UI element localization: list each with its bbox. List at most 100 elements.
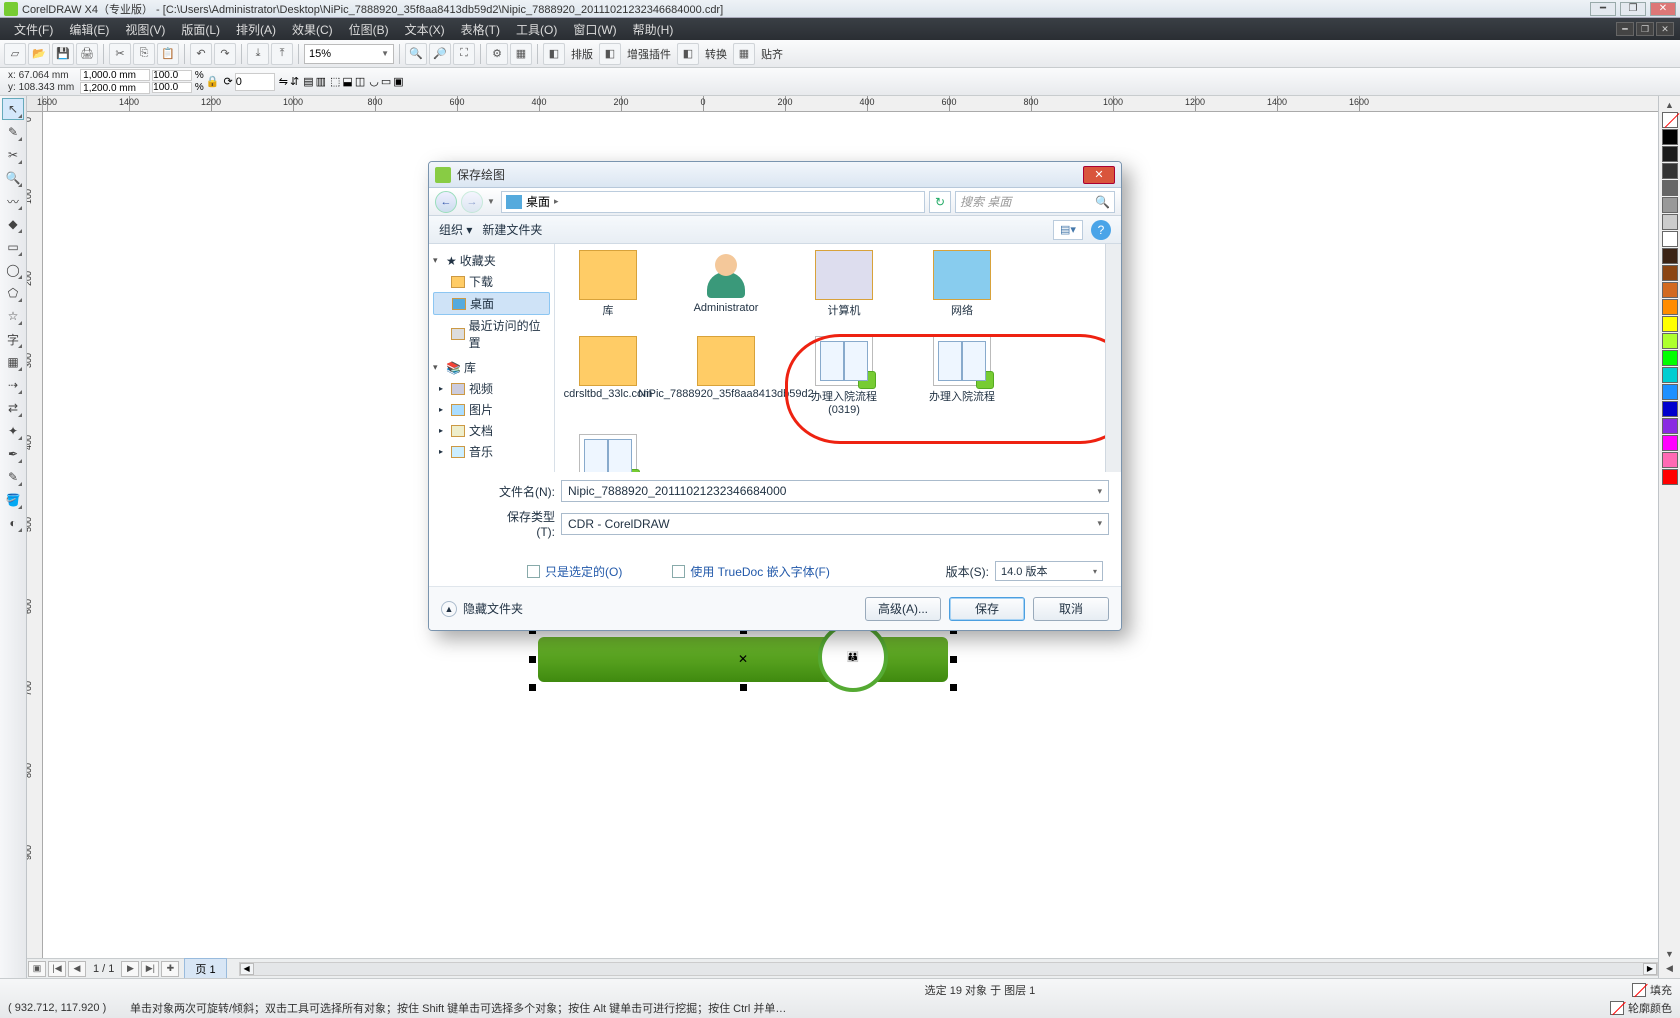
color-swatch[interactable] — [1662, 129, 1678, 145]
file-item[interactable]: 办理入院流程 — [917, 336, 1007, 416]
mirror-v-icon[interactable]: ⇵ — [290, 75, 299, 88]
file-item[interactable]: 网络 — [917, 250, 1007, 318]
paste-icon[interactable]: 📋 — [157, 43, 179, 65]
color-swatch[interactable] — [1662, 401, 1678, 417]
wrap-icon[interactable]: ▭ — [381, 75, 391, 88]
file-list-scrollbar[interactable] — [1105, 244, 1121, 472]
save-icon[interactable]: 💾 — [52, 43, 74, 65]
file-item[interactable]: 计算机 — [799, 250, 889, 318]
file-item[interactable]: cdrsltbd_33lc.com — [563, 336, 653, 416]
close-button[interactable]: ✕ — [1650, 2, 1676, 16]
mdi-close[interactable]: ✕ — [1656, 22, 1674, 36]
first-page-icon[interactable]: |◀ — [48, 961, 66, 977]
page-tab-1[interactable]: 页 1 — [184, 958, 226, 979]
file-list[interactable]: 库Administrator计算机网络cdrsltbd_33lc.comNiPi… — [555, 244, 1121, 472]
print-icon[interactable]: 🖨 — [76, 43, 98, 65]
import-icon[interactable]: ⤓ — [247, 43, 269, 65]
file-item[interactable]: 备份办理入院流程 — [563, 434, 653, 472]
tocurve-icon[interactable]: ◡ — [369, 75, 379, 88]
hide-folders-toggle[interactable]: ▲隐藏文件夹 — [441, 600, 523, 617]
btn-typeset[interactable]: 排版 — [567, 46, 597, 62]
new-folder-button[interactable]: 新建文件夹 — [482, 221, 542, 238]
color-swatch[interactable] — [1662, 435, 1678, 451]
breadcrumb[interactable]: 桌面 ▸ — [501, 191, 925, 213]
color-swatch[interactable] — [1662, 146, 1678, 162]
smartfill-tool-icon[interactable]: ◆ — [2, 213, 24, 235]
icon-d[interactable]: ▦ — [733, 43, 755, 65]
help-button[interactable]: ? — [1091, 220, 1111, 240]
save-button[interactable]: 保存 — [949, 597, 1025, 621]
tree-recent[interactable]: 最近访问的位置 — [433, 315, 550, 353]
ellipse-tool-icon[interactable]: ◯ — [2, 259, 24, 281]
new-icon[interactable]: ▱ — [4, 43, 26, 65]
color-swatch[interactable] — [1662, 214, 1678, 230]
group-icon[interactable]: ⬚ — [330, 75, 340, 88]
btn-plugin[interactable]: 增强插件 — [623, 46, 675, 62]
eyedropper-tool-icon[interactable]: ✒ — [2, 443, 24, 465]
menu-text[interactable]: 文本(X) — [397, 21, 453, 38]
menu-help[interactable]: 帮助(H) — [625, 21, 682, 38]
redo-icon[interactable]: ↷ — [214, 43, 236, 65]
rectangle-tool-icon[interactable]: ▭ — [2, 236, 24, 258]
scale-x-input[interactable] — [152, 70, 192, 81]
minimize-button[interactable]: ━ — [1590, 2, 1616, 16]
zoom-out-icon[interactable]: 🔎 — [429, 43, 451, 65]
file-item[interactable]: 库 — [563, 250, 653, 318]
freehand-tool-icon[interactable]: 〰 — [2, 190, 24, 212]
fill-tool-icon[interactable]: 🪣 — [2, 489, 24, 511]
scale-y-input[interactable] — [152, 82, 192, 93]
tree-documents[interactable]: ▸文档 — [433, 420, 550, 441]
effects-tool-icon[interactable]: ✦ — [2, 420, 24, 442]
prev-page-icon[interactable]: ◀ — [68, 961, 86, 977]
advanced-button[interactable]: 高级(A)... — [865, 597, 941, 621]
text-tool-icon[interactable]: 字 — [2, 328, 24, 350]
file-item[interactable]: 办理入院流程(0319) — [799, 336, 889, 416]
dialog-titlebar[interactable]: 保存绘图 ✕ — [429, 162, 1121, 188]
color-swatch[interactable] — [1662, 163, 1678, 179]
palette-up-icon[interactable]: ▲ — [1665, 100, 1674, 110]
menu-bitmap[interactable]: 位图(B) — [341, 21, 397, 38]
mdi-restore[interactable]: ❐ — [1636, 22, 1654, 36]
scroll-left-icon[interactable]: ◀ — [240, 963, 254, 975]
version-select[interactable]: 14.0 版本▾ — [995, 561, 1103, 581]
zoom-in-icon[interactable]: 🔍 — [405, 43, 427, 65]
menu-window[interactable]: 窗口(W) — [565, 21, 624, 38]
interactive-fill-icon[interactable]: ◐ — [2, 512, 24, 534]
outline-tool-icon[interactable]: ✎ — [2, 466, 24, 488]
connector-tool-icon[interactable]: ⇄ — [2, 397, 24, 419]
icon-a[interactable]: ◧ — [543, 43, 565, 65]
color-swatch[interactable] — [1662, 452, 1678, 468]
menu-file[interactable]: 文件(F) — [6, 21, 61, 38]
view-mode-button[interactable]: ▤▾ — [1053, 220, 1083, 240]
palette-down-icon[interactable]: ▼ — [1665, 949, 1674, 959]
icon-b[interactable]: ◧ — [599, 43, 621, 65]
only-selected-checkbox[interactable]: 只是选定的(O) — [527, 563, 622, 580]
selection-handles[interactable]: ✕ — [532, 630, 954, 688]
filetype-select[interactable]: CDR - CorelDRAW▾ — [561, 513, 1109, 535]
crop-tool-icon[interactable]: ✂ — [2, 144, 24, 166]
zoom-tool-icon[interactable]: 🔍 — [2, 167, 24, 189]
color-swatch[interactable] — [1662, 248, 1678, 264]
tree-music[interactable]: ▸音乐 — [433, 441, 550, 462]
color-swatch[interactable] — [1662, 265, 1678, 281]
rotation-input[interactable] — [235, 73, 275, 91]
color-swatch[interactable] — [1662, 231, 1678, 247]
dimension-tool-icon[interactable]: ⇢ — [2, 374, 24, 396]
last-page-icon[interactable]: ▶| — [141, 961, 159, 977]
color-swatch[interactable] — [1662, 299, 1678, 315]
export-icon[interactable]: ⤒ — [271, 43, 293, 65]
forward-button[interactable]: → — [461, 191, 483, 213]
color-swatch[interactable] — [1662, 180, 1678, 196]
color-swatch[interactable] — [1662, 282, 1678, 298]
horizontal-scrollbar[interactable]: ◀ ▶ — [239, 962, 1658, 976]
launcher-icon[interactable]: ▦ — [510, 43, 532, 65]
mirror-h-icon[interactable]: ⇋ — [279, 75, 288, 88]
tree-desktop[interactable]: 桌面 — [433, 292, 550, 315]
history-dropdown-icon[interactable]: ▼ — [487, 197, 497, 206]
tree-pictures[interactable]: ▸图片 — [433, 399, 550, 420]
color-swatch[interactable] — [1662, 384, 1678, 400]
maximize-button[interactable]: ❐ — [1620, 2, 1646, 16]
scroll-right-icon[interactable]: ▶ — [1643, 963, 1657, 975]
palette-flyout-icon[interactable]: ◀ — [1666, 963, 1673, 974]
height-input[interactable] — [80, 82, 150, 94]
